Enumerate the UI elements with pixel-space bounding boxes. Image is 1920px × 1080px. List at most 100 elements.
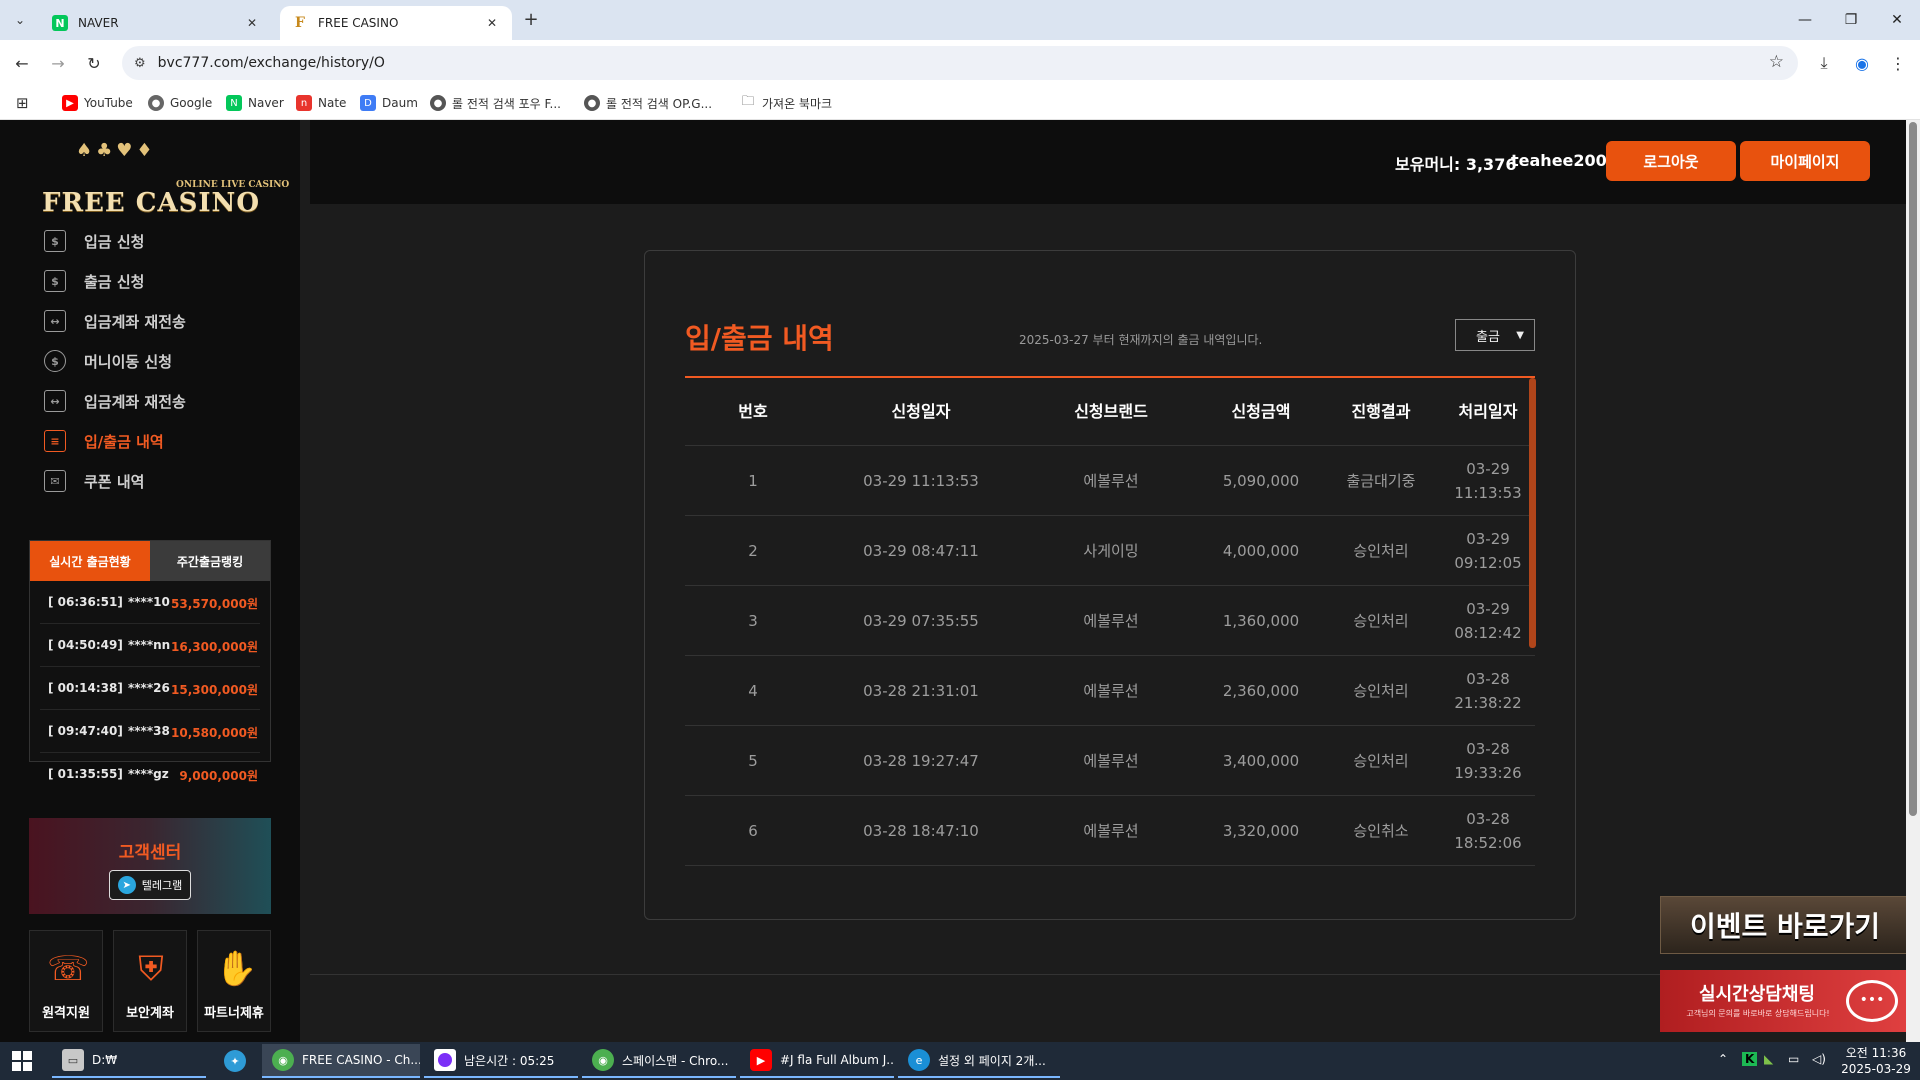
filter-value: 출금 [1476,329,1500,345]
nvidia-icon[interactable]: ◣ [1764,1052,1773,1066]
menu-label: 입/출금 내역 [84,432,164,451]
kakaotalk-icon[interactable]: K [1742,1052,1758,1066]
logout-button[interactable]: 로그아웃 [1606,141,1736,181]
menu-label: 입금계좌 재전송 [84,392,186,411]
windows-start-icon[interactable] [12,1051,32,1071]
cell-status: 승인처리 [1353,751,1409,770]
bookmarks-bar: ⊞ ▶ YouTube ● Google N Naver n Nate D Daum ● 롤… [0,86,1920,120]
bookmark-google[interactable]: ● Google [148,92,212,114]
restore-icon[interactable]: ❐ [1828,0,1874,40]
menu-coupon-history[interactable]: ✉ 쿠폰 내역 [44,466,144,496]
live-user: ****gz [128,767,169,781]
live-user: ****26 [128,681,170,695]
close-window-icon[interactable]: ✕ [1874,0,1920,40]
cell-number: 2 [748,541,758,560]
site-logo[interactable]: ♠♣♥♦ ONLINE LIVE CASINO FREE CASINO [40,140,289,218]
history-table: 번호 신청일자 신청브랜드 신청금액 진행결과 처리일자 1 03-29 11:1… [685,376,1535,866]
card-suits-icon: ♠♣♥♦ [76,140,157,161]
bookmark-star-icon[interactable]: ☆ [1769,52,1784,72]
taskbar-edge-settings[interactable]: e 설정 외 페이지 2개... [898,1044,1060,1078]
browser-tab-bar: ⌄ N NAVER ✕ F FREE CASINO ✕ + — ❐ ✕ [0,0,1920,40]
type-filter-select[interactable]: 출금 ▼ [1455,319,1535,351]
taskbar-chrome-casino[interactable]: ◉ FREE CASINO - Ch... [262,1044,420,1078]
bookmark-lol-opgg[interactable]: ● 롤 전적 검색 OP.G... [584,92,712,114]
menu-deposit-request[interactable]: $ 입금 신청 [44,226,144,256]
network-icon[interactable]: ▭ [1788,1052,1799,1066]
bookmark-daum[interactable]: D Daum [360,92,418,114]
profile-icon[interactable]: ◉ [1850,51,1874,75]
tab-naver[interactable]: N NAVER ✕ [40,6,272,40]
bookmark-nate[interactable]: n Nate [296,92,346,114]
taskbar-youtube[interactable]: ▶ #J fla Full Album J... [740,1044,894,1078]
download-icon[interactable]: ⤓ [1812,51,1836,75]
close-icon[interactable]: ✕ [484,16,500,30]
cell-request-date: 03-28 21:31:01 [863,681,979,700]
money-transfer-icon: $ [44,350,66,372]
taskbar-app[interactable]: ✦ [214,1044,262,1078]
live-chat-button[interactable]: 실시간상담채팅 고객님의 문의를 바로바로 상담해드립니다! ••• [1660,970,1910,1032]
tab-weekly-ranking[interactable]: 주간출금랭킹 [150,541,270,581]
scrollbar-thumb[interactable] [1909,122,1917,816]
table-scrollbar[interactable] [1529,378,1536,648]
bookmark-folder[interactable]: 🗀 가져온 북마크 [740,92,832,114]
cell-status: 승인처리 [1353,541,1409,560]
reload-icon[interactable]: ↻ [82,51,106,75]
processed-day: 03-28 [1466,739,1510,758]
event-shortcut-button[interactable]: 이벤트 바로가기 [1660,896,1910,954]
secure-account-tile[interactable]: ⛨ 보안계좌 [113,930,187,1032]
system-clock[interactable]: 오전 11:36 2025-03-29 [1840,1045,1912,1077]
withdraw-icon: $ [44,270,66,292]
bookmark-naver[interactable]: N Naver [226,92,284,114]
taskbar-chrome-spaceman[interactable]: ◉ 스페이스맨 - Chro... [582,1044,736,1078]
page-content: ♠♣♥♦ ONLINE LIVE CASINO FREE CASINO $ 입금 … [0,120,1920,1042]
telegram-icon: ➤ [117,876,136,894]
account-icon: ↔ [44,390,66,412]
list-item: [ 06:36:51] ****10 53,570,000원 [40,581,260,624]
menu-money-transfer[interactable]: $ 머니이동 신청 [44,346,172,376]
mypage-button[interactable]: 마이페이지 [1740,141,1870,181]
naver-favicon-icon: N [52,15,68,31]
partnership-tile[interactable]: ✋ 파트너제휴 [197,930,271,1032]
address-bar[interactable]: ⚙ bvc777.com/exchange/history/O ☆ [122,46,1798,80]
bookmark-lol-fow[interactable]: ● 롤 전적 검색 포우 F... [430,92,561,114]
apps-grid-icon[interactable]: ⊞ [16,92,29,114]
chat-subtitle: 고객님의 문의를 바로바로 상담해드립니다! [1686,1009,1830,1018]
minimize-icon[interactable]: — [1782,0,1828,40]
globe-icon: ● [584,95,600,111]
column-header: 처리일자 [1458,401,1518,421]
cell-amount: 3,400,000 [1222,751,1300,770]
page-scrollbar[interactable] [1906,120,1920,1042]
menu-deposit-account-resend-2[interactable]: ↔ 입금계좌 재전송 [44,386,186,416]
remote-support-tile[interactable]: ☏ 원격지원 [29,930,103,1032]
processed-day: 03-28 [1466,809,1510,828]
menu-withdraw-request[interactable]: $ 출금 신청 [44,266,144,296]
tab-search-button[interactable]: ⌄ [8,8,32,32]
cell-processed-date: 03-29 08:12:42 [1441,586,1535,655]
live-withdrawal-panel: 실시간 출금현황 주간출금랭킹 [ 06:36:51] ****10 53,570,… [29,540,271,783]
tray-chevron-icon[interactable]: ⌃ [1718,1052,1728,1066]
telegram-button[interactable]: ➤ 텔레그램 [109,870,191,900]
menu-deposit-account-resend[interactable]: ↔ 입금계좌 재전송 [44,306,186,336]
chevron-down-icon: ⌄ [14,13,26,27]
menu-transaction-history[interactable]: ≡ 입/출금 내역 [44,426,164,456]
forward-icon[interactable]: → [46,51,70,75]
cell-brand: 에볼루션 [1083,821,1139,840]
deposit-icon: $ [44,230,66,252]
close-icon[interactable]: ✕ [244,16,260,30]
chrome-icon: ◉ [592,1049,614,1071]
back-icon[interactable]: ← [10,51,34,75]
new-tab-button[interactable]: + [520,9,542,31]
more-menu-icon[interactable]: ⋮ [1886,51,1910,75]
tab-live-withdrawals[interactable]: 실시간 출금현황 [30,541,150,581]
browser-toolbar: ← → ↻ ⚙ bvc777.com/exchange/history/O ☆ … [0,40,1920,86]
tab-free-casino[interactable]: F FREE CASINO ✕ [280,6,512,40]
bookmark-youtube[interactable]: ▶ YouTube [62,92,133,114]
taskbar-label: FREE CASINO - Ch... [302,1053,420,1067]
taskbar-explorer[interactable]: ▭ D:₩ [52,1044,206,1078]
site-info-icon[interactable]: ⚙ [134,56,146,71]
volume-icon[interactable]: ◁) [1812,1052,1826,1066]
balance-display: 보유머니: 3,376 [1395,155,1517,174]
naver-icon: N [226,95,242,111]
taskbar-timer[interactable]: 남은시간 : 05:25 [424,1044,578,1078]
chat-bubble-icon: ••• [1846,980,1898,1022]
